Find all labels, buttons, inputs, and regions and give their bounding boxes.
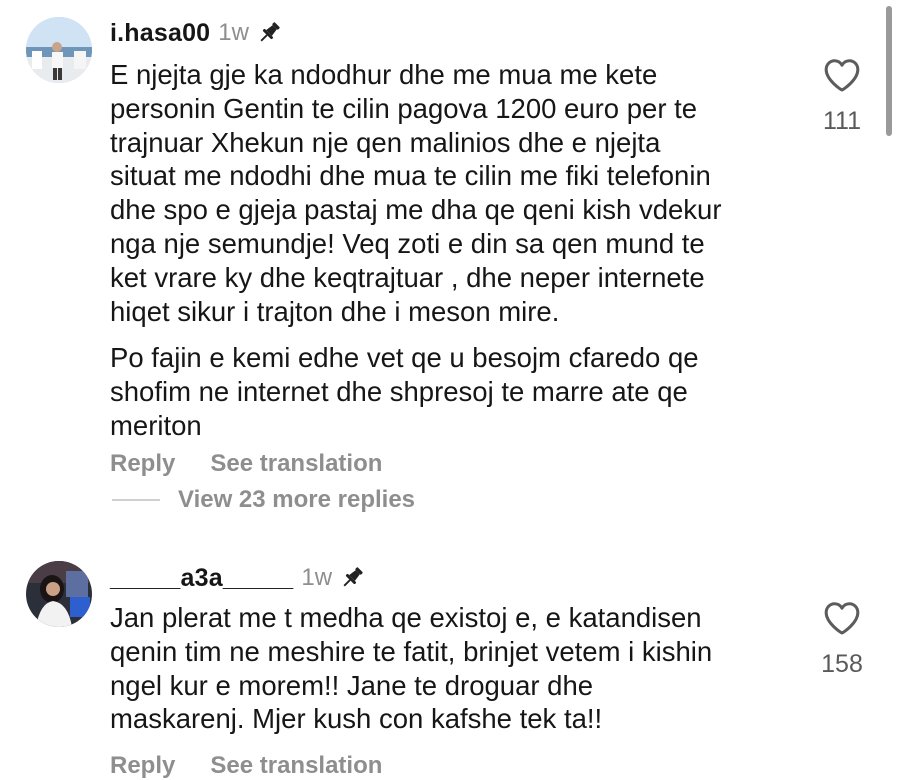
username[interactable]: _____a3a_____ — [110, 564, 293, 593]
comment-line: maskarenj. Mjer kush con kafshe tek ta!! — [110, 703, 603, 735]
username[interactable]: i.hasa00 — [110, 19, 210, 48]
scrollbar-thumb[interactable] — [886, 6, 892, 136]
comment-line: ket vrare ky dhe keqtrajtuar , dhe neper… — [110, 261, 705, 293]
view-replies-label: View 23 more replies — [178, 486, 416, 513]
timestamp: 1w — [218, 19, 249, 46]
view-replies-button[interactable]: View 23 more replies — [112, 486, 415, 514]
comment-meta: _____a3a_____ 1w — [110, 561, 366, 595]
pin-icon — [338, 564, 366, 592]
comment-text: Jan plerat me t medha qe existoj e, e ka… — [110, 601, 800, 736]
comment-line: situat me ndodhi dhe mua te cilin me fik… — [110, 160, 711, 192]
comment-line: dhe spo e gjeja pastaj me dha qe qeni ki… — [110, 194, 722, 226]
comment-line: ngel kur e morem!! Jane te droguar dhe — [110, 669, 594, 701]
pin-icon — [255, 19, 283, 47]
heart-outline-icon[interactable] — [812, 57, 872, 93]
reply-thread-line — [112, 499, 160, 501]
comment-line: Jan plerat me t medha qe existoj e, e ka… — [110, 602, 702, 633]
timestamp: 1w — [301, 564, 333, 591]
comment-line: meriton — [110, 409, 202, 441]
like-count: 111 — [822, 107, 861, 135]
reply-button[interactable]: Reply — [110, 450, 175, 478]
comment-line: Po fajin e kemi edhe vet qe u besojm cfa… — [110, 342, 699, 374]
comment-line: hiqet sikur i trajton dhe i meson mire. — [110, 295, 560, 327]
see-translation-button[interactable]: See translation — [210, 450, 382, 478]
heart-outline-icon[interactable] — [812, 600, 872, 636]
like-count: 158 — [821, 650, 863, 678]
reply-button[interactable]: Reply — [110, 752, 175, 780]
avatar[interactable] — [26, 561, 92, 627]
see-translation-button[interactable]: See translation — [210, 752, 382, 780]
comment-line: trajnuar Xhekun nje qen malinios dhe e n… — [110, 126, 661, 158]
comment-text: E njejta gje ka ndodhur dhe me mua me ke… — [110, 58, 800, 443]
comment-line: personin Gentin te cilin pagova 1200 eur… — [110, 92, 698, 124]
comment-line: qenin tim ne meshire te fatit, brinjet v… — [110, 635, 713, 667]
comment-line: shofim ne internet dhe shpresoj te marre… — [110, 376, 688, 408]
comment-line: E njejta gje ka ndodhur dhe me mua me ke… — [110, 59, 658, 90]
comment-line: nga nje semundje! Veq zoti e din sa qen … — [110, 227, 705, 259]
like-group: 158 — [812, 600, 872, 679]
comment-meta: i.hasa00 1w — [110, 16, 283, 50]
comment-actions: Reply See translation — [110, 450, 382, 478]
comment-actions: Reply See translation — [110, 752, 382, 780]
avatar[interactable] — [26, 17, 92, 83]
like-group: 111 — [812, 57, 872, 136]
